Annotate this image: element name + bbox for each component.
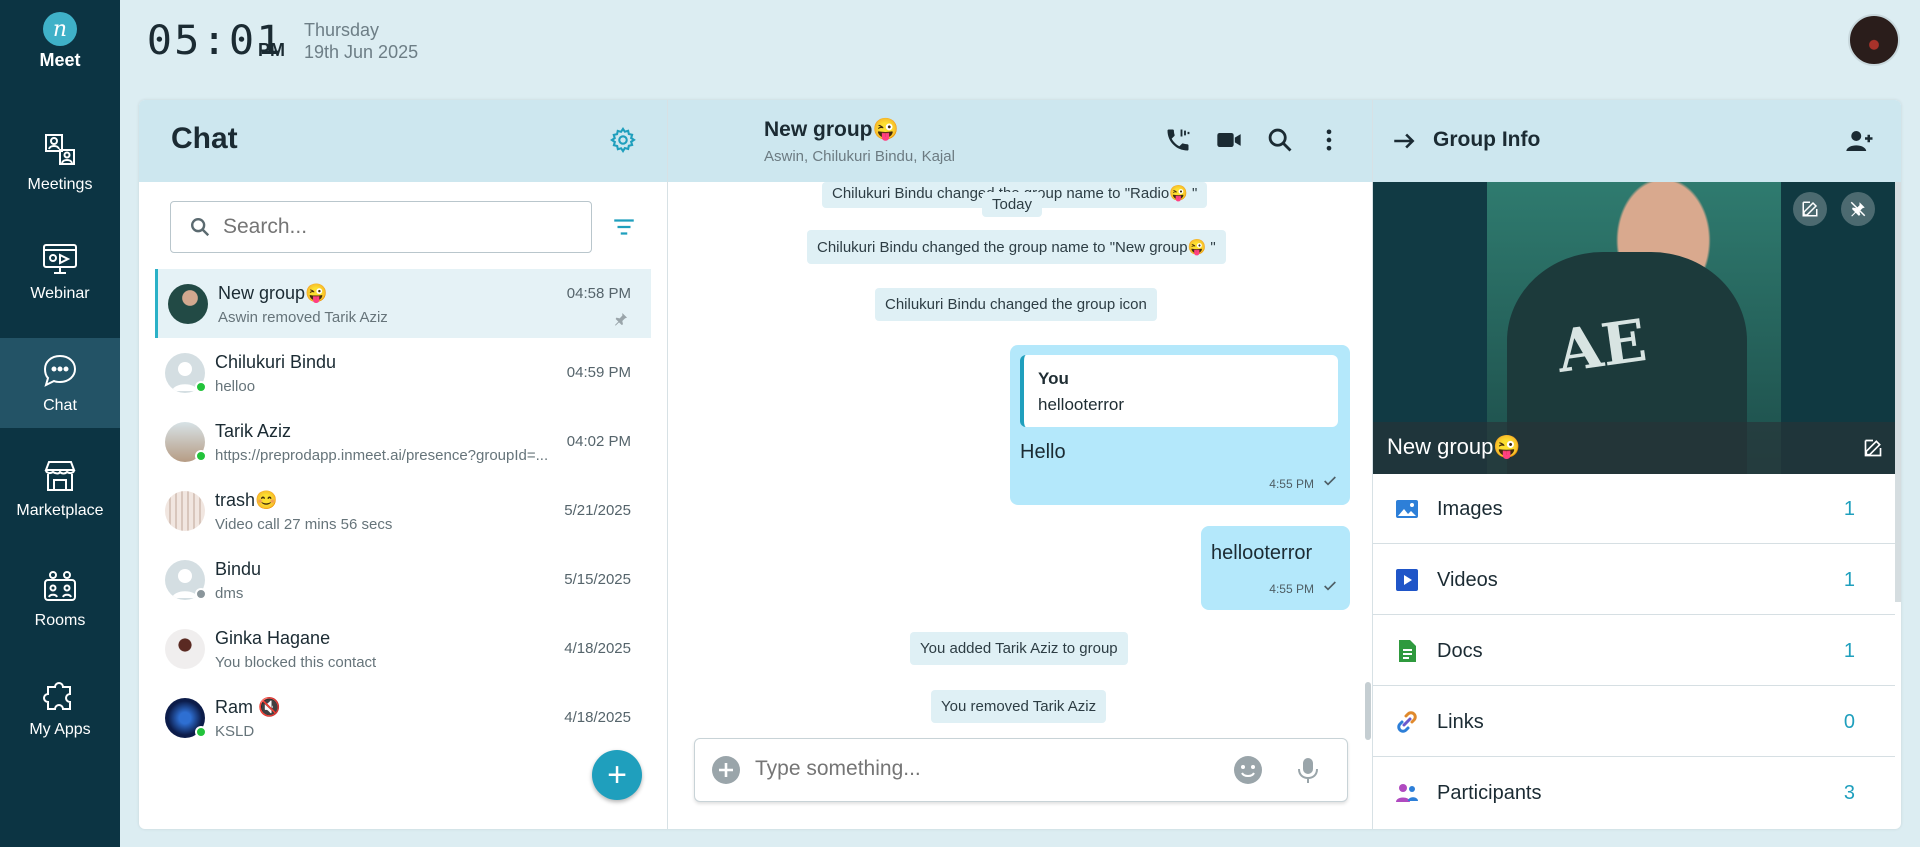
message-bubble-outgoing[interactable]: You hellooterror Hello 4:55 PM xyxy=(1010,345,1350,505)
meetings-icon xyxy=(45,134,75,165)
sent-check-icon xyxy=(1324,476,1336,486)
current-day: Thursday xyxy=(304,20,380,40)
chat-list-item[interactable]: Tarik Aziz https://preprodapp.inmeet.ai/… xyxy=(155,407,651,476)
chat-list-item[interactable]: New group😜 Aswin removed Tarik Aziz 04:5… xyxy=(155,269,651,338)
group-avatar xyxy=(168,284,208,324)
chat-list: New group😜 Aswin removed Tarik Aziz 04:5… xyxy=(155,269,651,752)
group-info-header: Group Info xyxy=(1373,100,1901,182)
nav-item-my-apps[interactable]: My Apps xyxy=(0,662,120,752)
online-status-dot xyxy=(195,450,207,462)
current-date: 19th Jun 2025 xyxy=(304,42,419,62)
message-composer xyxy=(694,738,1348,802)
media-row-videos[interactable]: Videos 1 xyxy=(1373,545,1895,615)
webinar-icon xyxy=(43,244,77,274)
phone-call-icon[interactable] xyxy=(1164,126,1192,154)
conversation-scrollbar[interactable] xyxy=(1365,682,1371,740)
media-row-links[interactable]: Links 0 xyxy=(1373,687,1895,757)
microphone-icon[interactable] xyxy=(1293,755,1323,785)
remove-photo-button[interactable] xyxy=(1841,192,1875,226)
more-options-icon[interactable] xyxy=(1315,126,1343,154)
sent-check-icon xyxy=(1324,581,1336,591)
message-text: hellooterror xyxy=(1211,542,1313,564)
participants-icon xyxy=(1396,784,1418,802)
app-name: Meet xyxy=(39,50,81,70)
top-bar: 05:01 PM Thursday 19th Jun 2025 xyxy=(120,0,1920,80)
away-status-dot xyxy=(195,588,207,600)
docs-icon xyxy=(1399,640,1416,662)
rooms-icon xyxy=(44,571,76,601)
message-bubble-outgoing[interactable]: hellooterror 4:55 PM xyxy=(1201,526,1350,610)
panel-divider xyxy=(667,100,668,829)
group-name: New group😜 xyxy=(1387,434,1521,459)
nav-item-meetings[interactable]: Meetings xyxy=(0,117,120,207)
chat-search-field[interactable] xyxy=(170,201,592,253)
side-nav: n Meet Meetings Webinar Chat Marketplace… xyxy=(0,0,120,847)
chat-list-item[interactable]: Ginka Hagane You blocked this contact 4/… xyxy=(155,614,651,683)
contact-avatar xyxy=(165,629,205,669)
user-avatar[interactable] xyxy=(1848,14,1900,66)
nav-item-rooms[interactable]: Rooms xyxy=(0,553,120,643)
unpin-icon xyxy=(1850,201,1866,217)
media-row-images[interactable]: Images 1 xyxy=(1373,474,1895,544)
chat-list-item[interactable]: Bindu dms 5/15/2025 xyxy=(155,545,651,614)
group-info-scrollbar[interactable] xyxy=(1895,182,1901,602)
system-message: Chilukuri Bindu changed the group name t… xyxy=(807,230,1226,264)
nav-item-chat[interactable]: Chat xyxy=(0,338,120,428)
message-time: 4:55 PM xyxy=(1269,477,1314,491)
chat-list-item[interactable]: Chilukuri Bindu helloo 04:59 PM xyxy=(155,338,651,407)
filter-icon[interactable] xyxy=(611,214,637,240)
search-input[interactable] xyxy=(223,215,563,239)
chat-icon xyxy=(43,354,77,387)
clock-ampm: PM xyxy=(258,40,285,60)
arrow-right-icon[interactable] xyxy=(1391,128,1417,154)
conversation-title: New group😜 xyxy=(764,118,899,141)
marketplace-icon xyxy=(44,461,76,491)
group-avatar xyxy=(165,491,205,531)
group-photo: AE New group😜 xyxy=(1373,182,1895,474)
system-message: You removed Tarik Aziz xyxy=(931,690,1107,723)
app-logo[interactable]: n Meet xyxy=(0,12,120,71)
quoted-message[interactable]: You hellooterror xyxy=(1020,355,1338,427)
videos-icon xyxy=(1396,569,1418,591)
video-call-icon[interactable] xyxy=(1215,126,1243,154)
emoji-icon[interactable] xyxy=(1233,755,1263,785)
conversation-header: New group😜 Aswin, Chilukuri Bindu, Kajal xyxy=(668,100,1375,182)
chat-list-item[interactable]: Ram 🔇 KSLD 4/18/2025 xyxy=(155,683,651,752)
add-attachment-icon[interactable] xyxy=(711,755,741,785)
pin-icon xyxy=(615,313,627,326)
chat-title: Chat xyxy=(171,122,238,155)
my-apps-icon xyxy=(43,682,71,710)
add-participant-icon[interactable] xyxy=(1845,126,1875,156)
online-status-dot xyxy=(195,381,207,393)
nav-item-webinar[interactable]: Webinar xyxy=(0,226,120,316)
chat-list-item[interactable]: trash😊 Video call 27 mins 56 secs 5/21/2… xyxy=(155,476,651,545)
message-text: Hello xyxy=(1020,441,1066,463)
message-input[interactable] xyxy=(755,757,1225,781)
message-time: 4:55 PM xyxy=(1269,582,1314,596)
search-icon xyxy=(191,218,210,237)
search-icon[interactable] xyxy=(1266,126,1294,154)
system-message: You added Tarik Aziz to group xyxy=(910,632,1128,665)
date-separator: Today xyxy=(982,192,1043,217)
media-row-docs[interactable]: Docs 1 xyxy=(1373,616,1895,686)
conversation-members: Aswin, Chilukuri Bindu, Kajal xyxy=(764,148,955,165)
chat-header: Chat xyxy=(139,100,667,182)
group-info-title: Group Info xyxy=(1433,128,1541,151)
edit-photo-button[interactable] xyxy=(1793,192,1827,226)
meet-logo-icon: n xyxy=(43,12,77,46)
links-icon xyxy=(1397,711,1417,733)
group-name-bar: New group😜 xyxy=(1373,422,1895,474)
images-icon xyxy=(1396,500,1418,518)
gear-icon[interactable] xyxy=(609,126,637,154)
edit-name-icon[interactable] xyxy=(1863,438,1883,458)
online-status-dot xyxy=(195,726,207,738)
main-panel: Chat New group😜 Aswin removed Tarik Aziz… xyxy=(139,100,1901,829)
media-row-participants[interactable]: Participants 3 xyxy=(1373,758,1895,828)
edit-icon xyxy=(1802,201,1818,217)
nav-item-marketplace[interactable]: Marketplace xyxy=(0,443,120,533)
new-chat-button[interactable]: + xyxy=(592,750,642,800)
system-message: Chilukuri Bindu changed the group icon xyxy=(875,288,1157,321)
